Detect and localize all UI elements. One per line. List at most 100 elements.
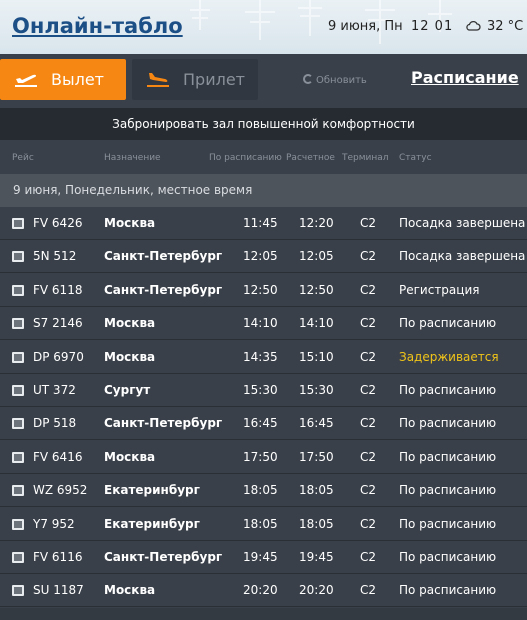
temperature: 32 °C: [487, 19, 524, 34]
top-header: Онлайн-табло 9 июня, Пн 12 01 32 °C: [0, 0, 527, 54]
scheduled-time: 17:50: [243, 449, 278, 464]
arrival-tab[interactable]: Прилет: [132, 59, 258, 100]
estimated-time: 12:20: [299, 216, 334, 230]
flight-row[interactable]: FV 6426 Москва 11:45 12:20 C2 Посадка заверше…: [0, 207, 527, 240]
estimated-time: 19:45: [299, 550, 334, 564]
airline-logo-icon: [12, 284, 24, 296]
airline-logo-icon: [12, 385, 24, 396]
flight-number: FV 6426: [33, 216, 83, 230]
estimated-time: 15:30: [299, 383, 334, 397]
flight-status: Посадка завершена: [399, 216, 526, 230]
estimated-time: 18:05: [299, 516, 334, 531]
estimated-time: 12:50: [299, 282, 334, 297]
scheduled-time: 20:20: [243, 583, 278, 598]
col-terminal: Терминал: [342, 153, 389, 163]
scheduled-time: 14:10: [243, 316, 278, 331]
airline-logo-icon: [12, 552, 24, 563]
scheduled-time: 18:05: [243, 483, 278, 498]
page-title[interactable]: Онлайн-табло: [12, 14, 183, 38]
scheduled-time: 16:45: [243, 416, 278, 431]
day-header: 9 июня, Понедельник, местное время: [0, 174, 527, 207]
flight-row[interactable]: DP 518 Санкт-Петербург 16:45 16:45 C2 По расп…: [0, 407, 527, 441]
nav-bar: Вылет Прилет Обновить Расписание: [0, 54, 527, 108]
flight-row[interactable]: DP 6970 Москва 14:35 15:10 C2 Задерживается: [0, 340, 527, 374]
destination: Москва: [104, 349, 156, 364]
flight-status: Регистрация: [399, 282, 480, 297]
estimated-time: 17:50: [299, 449, 334, 464]
airline-logo-icon: [12, 351, 24, 363]
terminal: C2: [360, 383, 377, 397]
scheduled-time: 11:45: [243, 216, 278, 230]
flight-status: По расписанию: [399, 550, 497, 564]
flight-row[interactable]: FV 6416 Москва 17:50 17:50 C2 По расписанию: [0, 440, 527, 474]
terminal: C2: [360, 449, 377, 464]
scheduled-time: 15:30: [243, 383, 278, 397]
airline-logo-icon: [12, 451, 24, 463]
scheduled-time: 19:45: [243, 550, 278, 564]
flight-number: DP 518: [33, 416, 77, 431]
col-status: Статус: [399, 153, 432, 163]
airline-logo-icon: [12, 318, 24, 330]
airline-logo-icon: [12, 251, 24, 263]
flight-row[interactable]: SU 1187 Москва 20:20 20:20 C2 По расписанию: [0, 574, 527, 608]
scheduled-time: 18:05: [243, 516, 278, 531]
scheduled-time: 12:50: [243, 282, 278, 297]
destination: Сургут: [104, 383, 151, 397]
flight-row[interactable]: 5N 512 Санкт-Петербург 12:05 12:05 C2 Посадка…: [0, 240, 527, 274]
refresh-icon: [303, 74, 313, 84]
flight-row[interactable]: FV 6118 Санкт-Петербург 12:50 12:50 C2 Регист…: [0, 273, 527, 307]
flight-status: По расписанию: [399, 383, 497, 397]
destination: Екатеринбург: [104, 483, 200, 498]
flight-number: 5N 512: [33, 249, 77, 264]
flight-row[interactable]: S7 2146 Москва 14:10 14:10 C2 По расписанию: [0, 307, 527, 341]
flight-number: FV 6116: [33, 550, 83, 564]
airline-logo-icon: [12, 418, 24, 430]
flight-status: Посадка завершена: [399, 249, 526, 264]
terminal: C2: [360, 349, 377, 364]
estimated-time: 18:05: [299, 483, 334, 498]
flight-row[interactable]: UT 372 Сургут 15:30 15:30 C2 По расписанию: [0, 374, 527, 407]
airline-logo-icon: [12, 218, 24, 229]
flight-status: По расписанию: [399, 516, 497, 531]
flight-status: По расписанию: [399, 449, 497, 464]
flight-row[interactable]: FV 6116 Санкт-Петербург 19:45 19:45 C2 По рас…: [0, 541, 527, 574]
departure-tab[interactable]: Вылет: [0, 59, 126, 100]
flight-number: FV 6118: [33, 282, 83, 297]
schedule-link[interactable]: Расписание: [411, 68, 519, 87]
terminal: C2: [360, 282, 377, 297]
flight-number: SU 1187: [33, 583, 84, 598]
terminal: C2: [360, 483, 377, 498]
terminal: C2: [360, 550, 377, 564]
destination: Москва: [104, 216, 156, 230]
col-destination: Назначение: [104, 153, 161, 163]
destination: Москва: [104, 449, 156, 464]
flight-row[interactable]: WZ 6952 Екатеринбург 18:05 18:05 C2 По распис…: [0, 474, 527, 508]
flight-number: FV 6416: [33, 449, 83, 464]
refresh-button[interactable]: Обновить: [303, 74, 367, 86]
flight-status: Задерживается: [399, 349, 499, 364]
col-scheduled: По расписанию: [209, 153, 282, 163]
estimated-time: 14:10: [299, 316, 334, 331]
table-header: Рейс Назначение По расписанию Расчетное …: [0, 140, 527, 174]
departure-label: Вылет: [51, 70, 104, 89]
flight-status: По расписанию: [399, 483, 497, 498]
scheduled-time: 12:05: [243, 249, 278, 264]
destination: Москва: [104, 316, 156, 331]
destination: Москва: [104, 583, 156, 598]
terminal: C2: [360, 416, 377, 431]
terminal: C2: [360, 516, 377, 531]
flight-number: WZ 6952: [33, 483, 88, 498]
current-time: 12 01: [411, 19, 454, 34]
terminal: C2: [360, 249, 377, 264]
flight-number: Y7 952: [33, 516, 75, 531]
estimated-time: 20:20: [299, 583, 334, 598]
flight-row[interactable]: Y7 952 Екатеринбург 18:05 18:05 C2 По расписа…: [0, 507, 527, 541]
destination: Санкт-Петербург: [104, 416, 223, 431]
scheduled-time: 14:35: [243, 349, 278, 364]
terminal: C2: [360, 216, 377, 230]
cloud-icon: [466, 20, 481, 31]
lounge-booking-banner[interactable]: Забронировать зал повышенной комфортност…: [0, 108, 527, 140]
destination: Санкт-Петербург: [104, 550, 223, 564]
plane-landing-icon: [147, 73, 169, 87]
airline-logo-icon: [12, 585, 24, 597]
